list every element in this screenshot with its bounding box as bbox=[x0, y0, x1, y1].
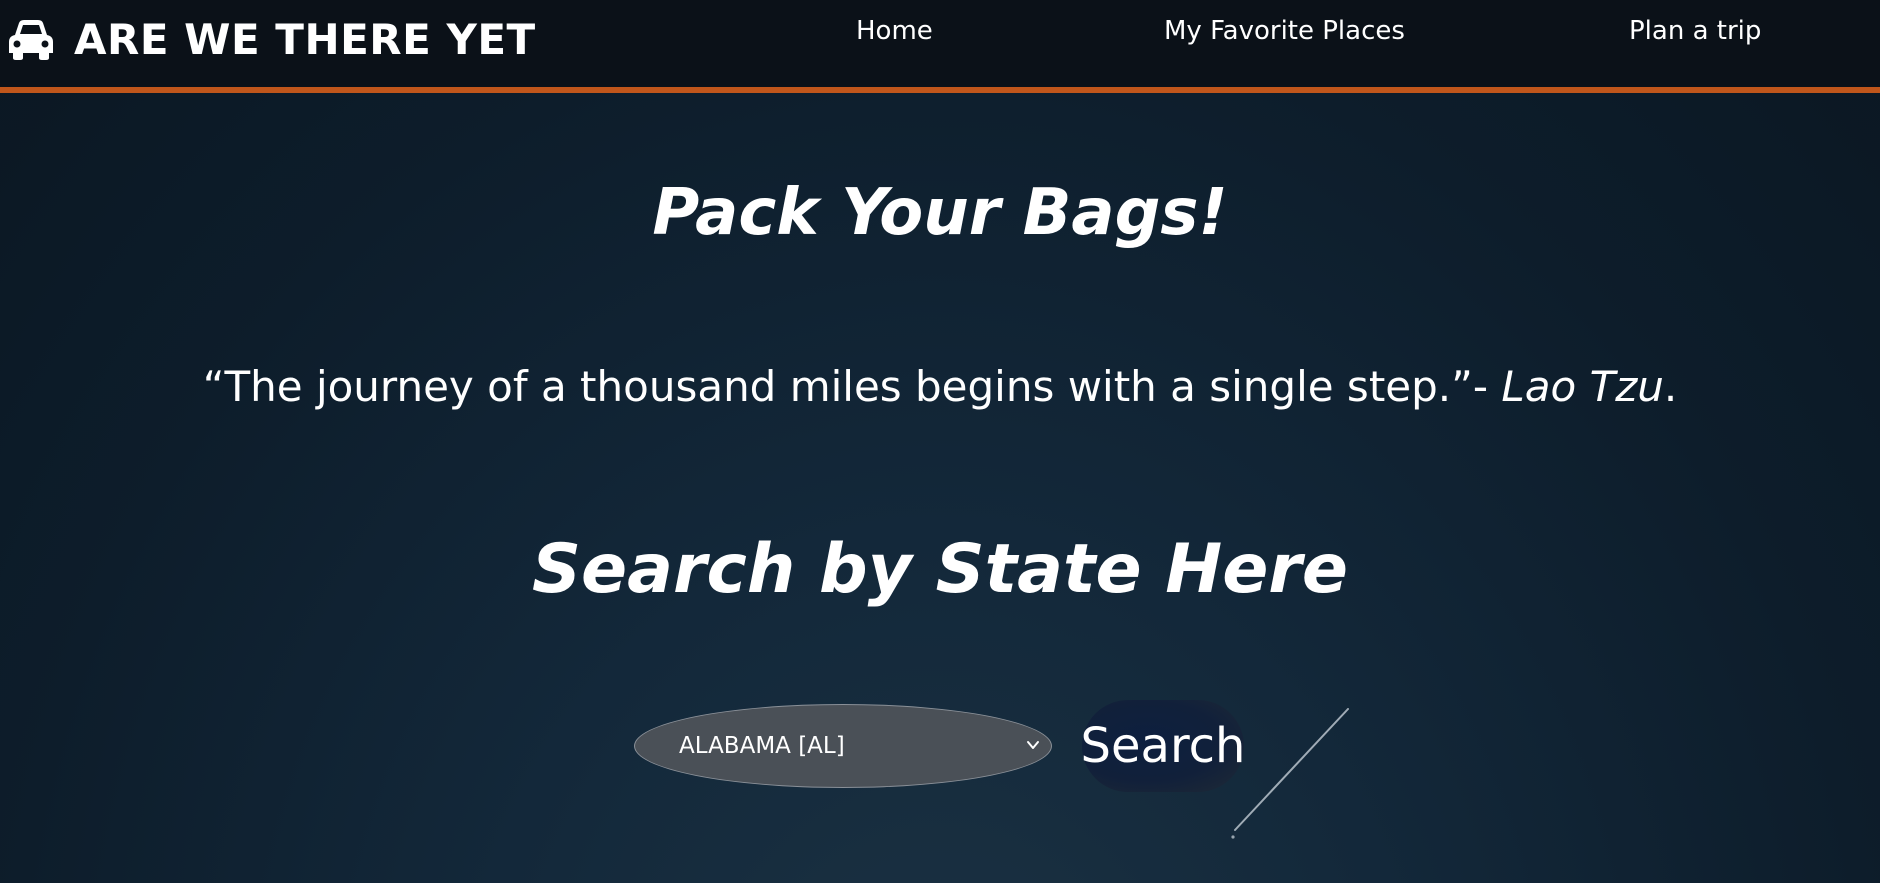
chevron-down-icon bbox=[1027, 741, 1039, 749]
state-select-value: ALABAMA [AL] bbox=[679, 733, 845, 759]
search-button[interactable]: Search bbox=[1080, 700, 1246, 792]
search-heading: Search by State Here bbox=[0, 530, 1880, 609]
nav-link-home[interactable]: Home bbox=[856, 16, 933, 46]
brand-logo-link[interactable]: ARE WE THERE YET bbox=[6, 12, 536, 66]
page-heading-text: Pack Your Bags! bbox=[652, 176, 1228, 250]
state-select[interactable]: ALABAMA [AL] bbox=[634, 704, 1052, 788]
car-icon bbox=[9, 20, 53, 60]
quote-end: . bbox=[1663, 362, 1678, 411]
nav-link-plan-trip[interactable]: Plan a trip bbox=[1629, 16, 1761, 46]
nav-link-favorite-places[interactable]: My Favorite Places bbox=[1164, 16, 1405, 46]
search-heading-text: Search by State Here bbox=[532, 530, 1348, 609]
brand-title: ARE WE THERE YET bbox=[74, 14, 536, 64]
page-heading: Pack Your Bags! bbox=[0, 178, 1880, 248]
quote-text: “The journey of a thousand miles begins … bbox=[202, 362, 1502, 411]
search-button-label: Search bbox=[1080, 718, 1246, 774]
travel-quote: “The journey of a thousand miles begins … bbox=[0, 362, 1880, 412]
top-navbar: ARE WE THERE YET Home My Favorite Places… bbox=[0, 0, 1880, 93]
quote-author: Lao Tzu bbox=[1501, 362, 1664, 411]
